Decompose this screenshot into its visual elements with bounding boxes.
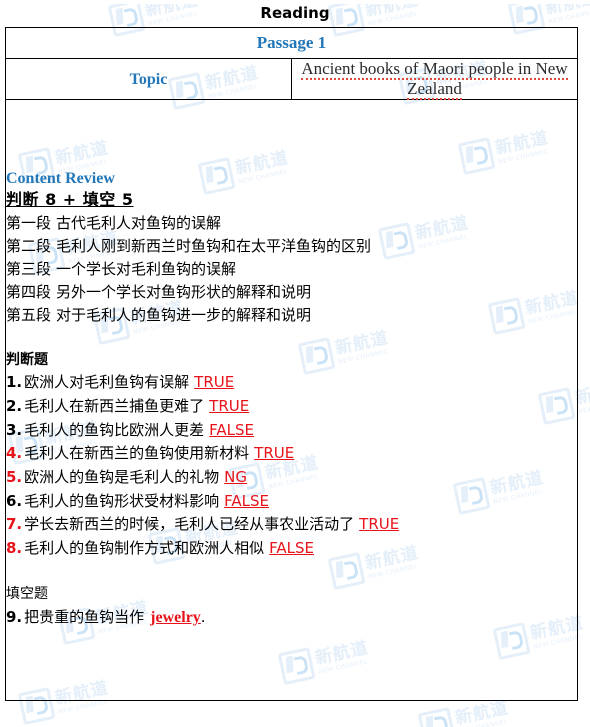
question-text: 毛利人在新西兰的鱼钩使用新材料 (24, 444, 250, 463)
question-text: 毛利人在新西兰捕鱼更难了 (24, 397, 205, 416)
watermark-en-text: NEW CHANNEL (457, 717, 509, 727)
section-spacer-1 (6, 327, 577, 349)
page-title: Reading (260, 4, 330, 22)
question-text: 毛利人的鱼钩形状受材料影响 (24, 491, 220, 510)
paragraph-summary-item: 第二段 毛利人刚到新西兰时鱼钩和在太平洋鱼钩的区别 (6, 235, 577, 258)
question-number: 7. (6, 515, 23, 534)
topic-label: Topic (129, 71, 168, 88)
question-suffix: . (200, 608, 206, 627)
true-false-heading: 判断题 (6, 351, 48, 368)
paragraph-number: 第一段 (6, 214, 52, 233)
true-false-question-item: 6. 毛利人的鱼钩形状受材料影响 FALSE (6, 490, 577, 514)
question-number: 4. (6, 444, 23, 463)
question-counts-wrap: 判断 8 + 填空 5 (6, 190, 577, 212)
question-answer: NG (224, 468, 248, 487)
paragraph-summary-item: 第一段 古代毛利人对鱼钩的误解 (6, 212, 577, 235)
fill-blank-question-item: 9. 把贵重的鱼钩当作 jewelry. (6, 605, 577, 630)
fill-blank-question-list: 9. 把贵重的鱼钩当作 jewelry. (6, 605, 577, 630)
paragraph-summary-item: 第四段 另外一个学长对鱼钩形状的解释和说明 (6, 281, 577, 304)
section-spacer-2 (6, 561, 577, 583)
page-root: Reading Passage 1 Topic Ancient books of… (0, 4, 590, 701)
question-text: 把贵重的鱼钩当作 (24, 608, 145, 627)
question-text: 毛利人的鱼钩制作方式和欧洲人相似 (24, 539, 265, 558)
question-number: 5. (6, 468, 23, 487)
question-answer: FALSE (209, 420, 255, 439)
question-answer: FALSE (269, 539, 315, 558)
paragraph-summary-list: 第一段 古代毛利人对鱼钩的误解 第二段 毛利人刚到新西兰时鱼钩和在太平洋鱼钩的区别 第三… (6, 212, 577, 327)
question-answer: TRUE (359, 515, 400, 534)
true-false-question-item: 3. 毛利人的鱼钩比欧洲人更差 FALSE (6, 419, 577, 443)
content-body-cell: Content Review 判断 8 + 填空 5 第一段 古代毛利人对鱼钩的误… (5, 99, 578, 701)
true-false-question-item: 1. 欧洲人对毛利鱼钩有误解 TRUE (6, 371, 577, 395)
passage-header-label: Passage 1 (256, 33, 327, 52)
paragraph-number: 第二段 (6, 237, 52, 256)
question-answer: TRUE (254, 444, 295, 463)
passage-header-cell: Passage 1 (5, 27, 578, 59)
question-answer: TRUE (194, 373, 235, 392)
question-number: 9. (6, 608, 23, 627)
fill-blank-heading: 填空题 (6, 585, 48, 602)
nc-logo-icon (417, 707, 456, 727)
paragraph-text: 另外一个学长对鱼钩形状的解释和说明 (56, 283, 312, 302)
question-answer: jewelry (150, 609, 201, 627)
paragraph-number: 第四段 (6, 283, 52, 302)
topic-value-text: Ancient books of Maori people in New Zea… (301, 59, 568, 100)
question-answer: FALSE (224, 491, 270, 510)
question-text: 欧洲人的鱼钩是毛利人的礼物 (24, 468, 220, 487)
true-false-question-item: 7. 学长去新西兰的时候，毛利人已经从事农业活动了 TRUE (6, 513, 577, 537)
question-number: 3. (6, 420, 23, 439)
paragraph-text: 对于毛利人的鱼钩进一步的解释和说明 (56, 306, 312, 325)
table-row-body: Content Review 判断 8 + 填空 5 第一段 古代毛利人对鱼钩的误… (5, 99, 578, 701)
paragraph-summary-item: 第五段 对于毛利人的鱼钩进一步的解释和说明 (6, 304, 577, 327)
question-text: 欧洲人对毛利鱼钩有误解 (24, 373, 190, 392)
paragraph-summary-item: 第三段 一个学长对毛利鱼钩的误解 (6, 258, 577, 281)
question-counts: 判断 8 + 填空 5 (6, 190, 134, 210)
topic-value: Ancient books of Maori people in New Zea… (301, 59, 568, 100)
paragraph-text: 古代毛利人对鱼钩的误解 (56, 214, 222, 233)
question-number: 6. (6, 491, 23, 510)
reading-summary-table: Passage 1 Topic Ancient books of Maori p… (5, 27, 578, 701)
question-text: 学长去新西兰的时候，毛利人已经从事农业活动了 (24, 515, 355, 534)
question-number: 2. (6, 397, 23, 416)
true-false-question-item: 4. 毛利人在新西兰的鱼钩使用新材料 TRUE (6, 442, 577, 466)
paragraph-text: 一个学长对毛利鱼钩的误解 (56, 260, 237, 279)
topic-value-cell: Ancient books of Maori people in New Zea… (291, 58, 578, 100)
paragraph-text: 毛利人刚到新西兰时鱼钩和在太平洋鱼钩的区别 (56, 237, 372, 256)
content-review-heading: Content Review (6, 170, 115, 188)
question-text: 毛利人的鱼钩比欧洲人更差 (24, 420, 205, 439)
topic-label-cell: Topic (5, 58, 292, 100)
paragraph-number: 第五段 (6, 306, 52, 325)
question-number: 8. (6, 539, 23, 558)
true-false-question-item: 5. 欧洲人的鱼钩是毛利人的礼物 NG (6, 466, 577, 490)
table-row-passage: Passage 1 (5, 27, 578, 59)
paragraph-number: 第三段 (6, 260, 52, 279)
true-false-question-list: 1. 欧洲人对毛利鱼钩有误解 TRUE 2. 毛利人在新西兰捕鱼更难了 TRUE 3. 毛利人… (6, 371, 577, 561)
table-row-topic: Topic Ancient books of Maori people in N… (5, 58, 578, 100)
true-false-question-item: 2. 毛利人在新西兰捕鱼更难了 TRUE (6, 395, 577, 419)
question-answer: TRUE (209, 397, 250, 416)
true-false-question-item: 8. 毛利人的鱼钩制作方式和欧洲人相似 FALSE (6, 537, 577, 561)
question-number: 1. (6, 373, 23, 392)
